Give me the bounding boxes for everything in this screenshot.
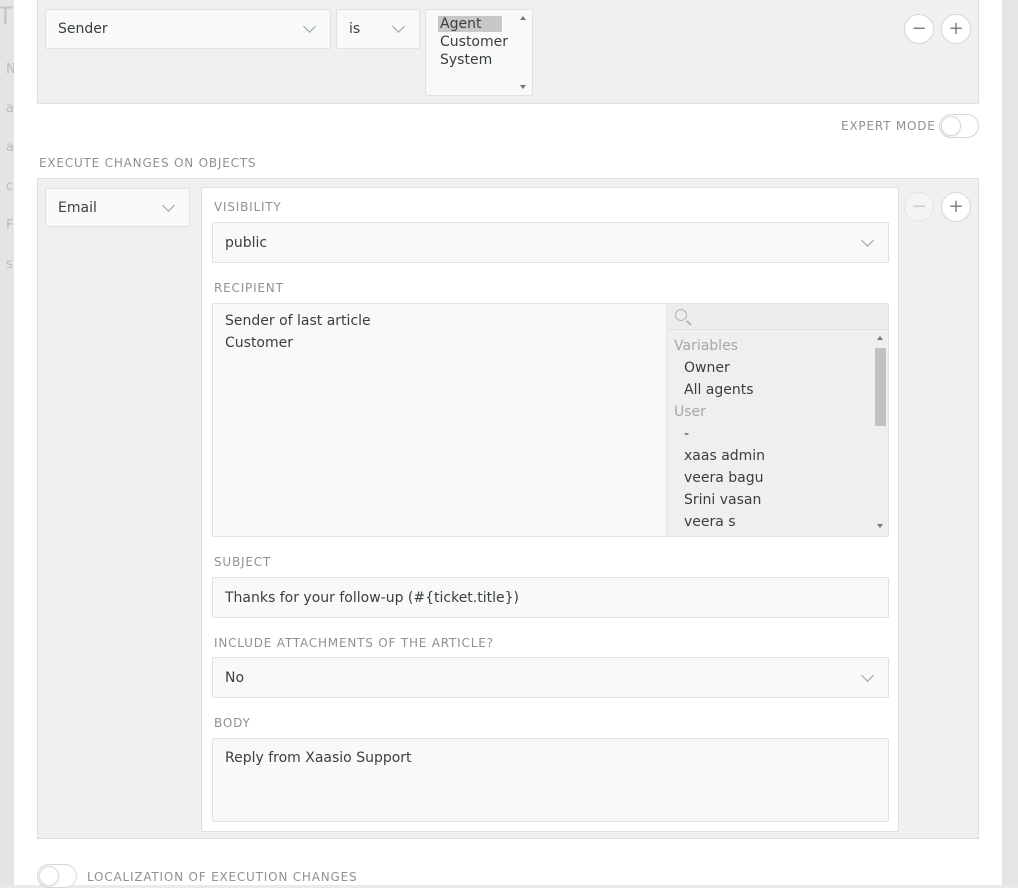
picker-item-veera-s[interactable]: veera s bbox=[684, 514, 736, 530]
condition-option-system[interactable]: System bbox=[438, 52, 494, 68]
condition-option-agent[interactable]: Agent bbox=[438, 16, 502, 32]
picker-scrollbar-thumb[interactable] bbox=[875, 348, 886, 426]
localization-label: LOCALIZATION OF EXECUTION CHANGES bbox=[87, 870, 358, 884]
picker-item-all-agents[interactable]: All agents bbox=[684, 382, 754, 398]
scroll-down-arrow-icon[interactable] bbox=[520, 85, 526, 89]
execute-panel: Email − + VISIBILITY public RECIPIENT Se… bbox=[37, 178, 979, 839]
condition-operator-value: is bbox=[349, 21, 361, 37]
chevron-down-icon bbox=[303, 20, 316, 33]
recipient-search-input[interactable] bbox=[667, 304, 888, 330]
recipient-field[interactable]: Sender of last article Customer Variable… bbox=[212, 303, 889, 537]
object-select-value: Email bbox=[58, 199, 97, 216]
condition-operator-select[interactable]: is bbox=[336, 9, 420, 49]
background-letter: a bbox=[6, 101, 14, 116]
execute-section-title: EXECUTE CHANGES ON OBJECTS bbox=[39, 156, 257, 170]
chevron-down-icon bbox=[162, 198, 175, 212]
scroll-up-arrow-icon[interactable] bbox=[877, 336, 883, 340]
chevron-down-icon bbox=[861, 668, 874, 682]
add-condition-button[interactable]: + bbox=[941, 14, 971, 44]
picker-item-veera-bagu[interactable]: veera bagu bbox=[684, 470, 764, 486]
object-select[interactable]: Email bbox=[45, 188, 190, 227]
picker-item-dash[interactable]: - bbox=[684, 426, 689, 442]
recipient-selected-item[interactable]: Sender of last article bbox=[225, 313, 371, 329]
recipient-picker: Variables Owner All agents User - xaas a… bbox=[666, 304, 888, 536]
add-action-button[interactable]: + bbox=[941, 192, 971, 222]
picker-group-variables: Variables bbox=[674, 338, 738, 354]
attachments-label: INCLUDE ATTACHMENTS OF THE ARTICLE? bbox=[214, 636, 494, 650]
subject-label: SUBJECT bbox=[214, 555, 272, 569]
recipient-selected-item[interactable]: Customer bbox=[225, 335, 293, 351]
recipient-label: RECIPIENT bbox=[214, 281, 284, 295]
picker-item-srini-vasan[interactable]: Srini vasan bbox=[684, 492, 761, 508]
background-page: Tı N a a c F s bbox=[0, 0, 19, 885]
visibility-select[interactable]: public bbox=[212, 222, 889, 263]
expert-mode-toggle[interactable] bbox=[939, 114, 979, 138]
background-letter: a bbox=[6, 140, 14, 155]
search-icon bbox=[675, 309, 687, 321]
picker-group-user: User bbox=[674, 404, 706, 420]
condition-attribute-select[interactable]: Sender bbox=[45, 9, 331, 49]
chevron-down-icon bbox=[392, 20, 405, 33]
background-letter: c bbox=[6, 179, 14, 194]
email-action-card: VISIBILITY public RECIPIENT Sender of la… bbox=[201, 187, 899, 832]
background-page-right bbox=[1002, 0, 1018, 885]
picker-item-owner[interactable]: Owner bbox=[684, 360, 730, 376]
attachments-select[interactable]: No bbox=[212, 657, 889, 698]
remove-action-button[interactable]: − bbox=[904, 192, 934, 222]
toggle-knob bbox=[941, 116, 961, 136]
condition-option-customer[interactable]: Customer bbox=[438, 34, 510, 50]
localization-toggle[interactable] bbox=[37, 864, 77, 888]
body-editor[interactable]: Reply from Xaasio Support bbox=[212, 738, 889, 822]
expert-mode-label: EXPERT MODE bbox=[841, 119, 936, 133]
remove-condition-button[interactable]: − bbox=[904, 14, 934, 44]
subject-input[interactable]: Thanks for your follow-up (#{ticket.titl… bbox=[212, 577, 889, 618]
visibility-value: public bbox=[225, 234, 268, 251]
background-letter: F bbox=[6, 218, 14, 233]
picker-item-xaas-admin[interactable]: xaas admin bbox=[684, 448, 765, 464]
body-label: BODY bbox=[214, 716, 251, 730]
scroll-down-arrow-icon[interactable] bbox=[877, 524, 883, 528]
visibility-label: VISIBILITY bbox=[214, 200, 282, 214]
condition-panel: Sender is Agent Customer System − + bbox=[37, 0, 979, 104]
condition-attribute-value: Sender bbox=[58, 21, 108, 37]
trigger-modal: Sender is Agent Customer System − + EXPE… bbox=[14, 0, 1002, 888]
attachments-value: No bbox=[225, 669, 245, 686]
toggle-knob bbox=[39, 866, 59, 886]
scroll-up-arrow-icon[interactable] bbox=[520, 16, 526, 20]
chevron-down-icon bbox=[861, 233, 874, 247]
condition-value-multiselect[interactable]: Agent Customer System bbox=[425, 9, 533, 96]
background-letter: s bbox=[6, 257, 13, 272]
